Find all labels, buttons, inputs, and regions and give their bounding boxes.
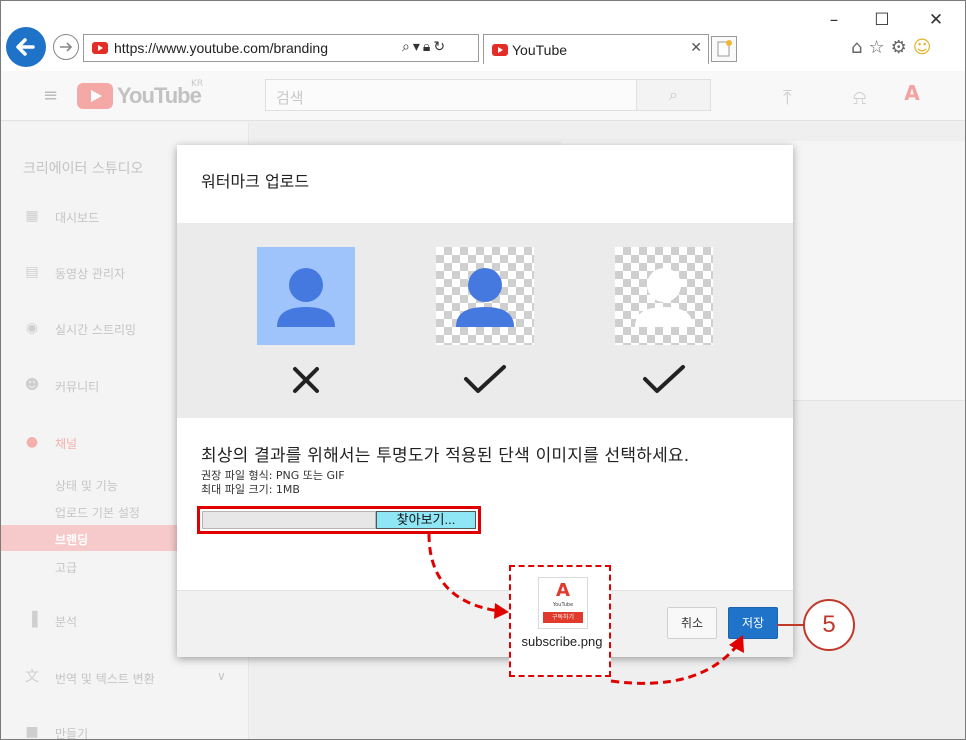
arrowhead-icon xyxy=(494,603,509,619)
file-thumbnail: A YouTube 구독하기 xyxy=(538,577,588,629)
arrowhead-icon xyxy=(729,635,744,653)
step-number-badge: 5 xyxy=(803,599,855,651)
file-name: subscribe.png xyxy=(521,634,603,649)
image-file-icon[interactable]: A YouTube 구독하기 subscribe.png xyxy=(509,565,611,677)
step-connector xyxy=(777,624,804,626)
save-arrow xyxy=(610,642,741,685)
drag-arrow xyxy=(427,533,500,613)
browser-window: – ☐ ✕ https://www.youtube.com/branding ⌕… xyxy=(0,0,966,740)
brand-logo-icon: A xyxy=(556,580,570,601)
